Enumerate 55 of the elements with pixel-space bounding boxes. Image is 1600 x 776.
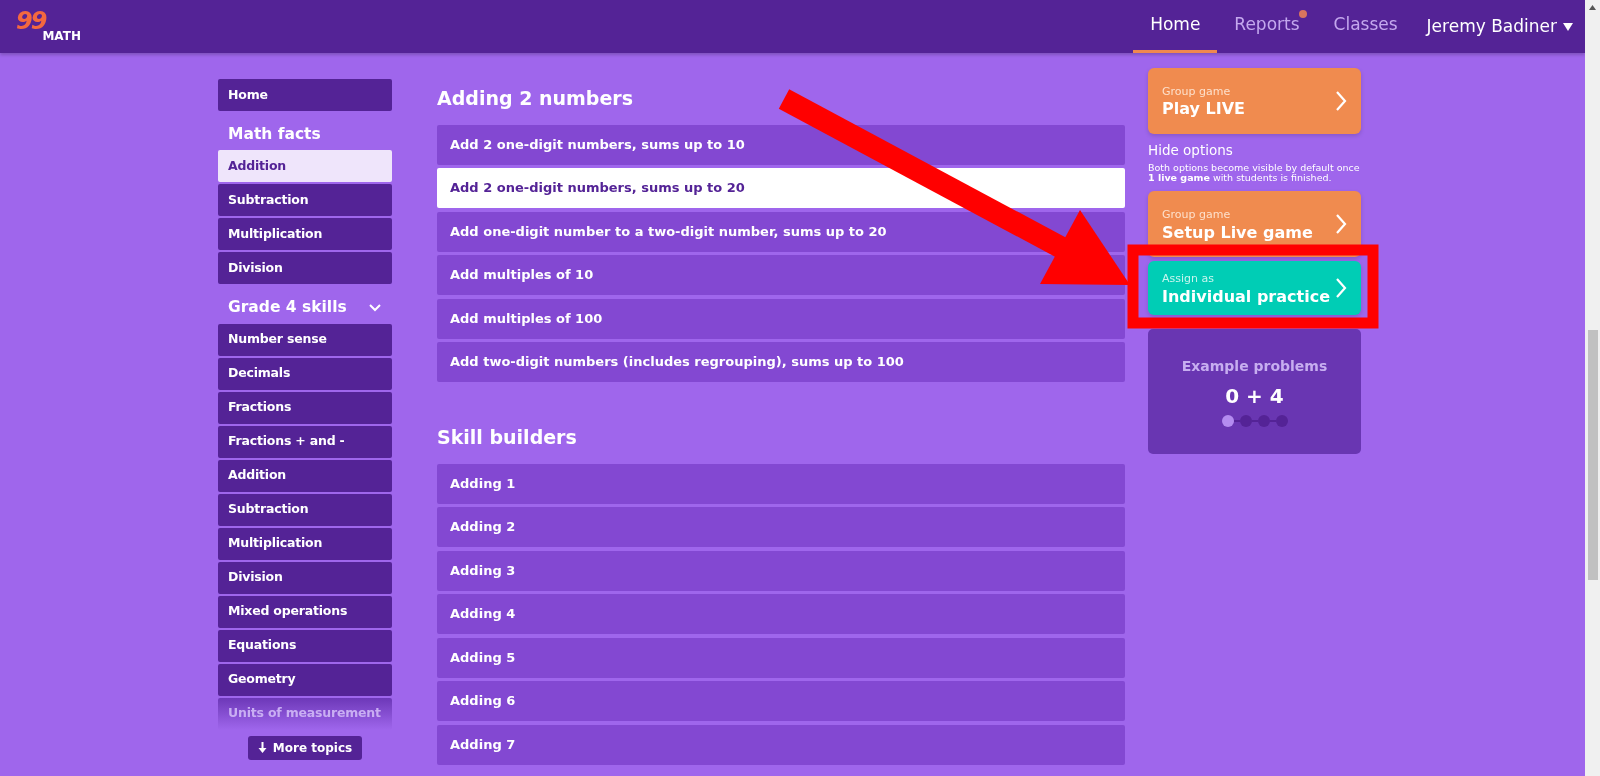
arrow-down-icon xyxy=(257,742,267,753)
scroll-up-icon[interactable] xyxy=(1589,5,1596,10)
nav-tab[interactable]: Classes xyxy=(1316,0,1415,53)
chevron-right-icon xyxy=(1335,213,1347,236)
sidebar-heading: Grade 4 skills xyxy=(228,297,347,319)
chevron-right-icon xyxy=(1335,277,1347,300)
sidebar-item[interactable]: Geometry xyxy=(218,663,392,696)
carousel-dot[interactable] xyxy=(1239,415,1252,428)
skill-row[interactable]: Add one-digit number to a two-digit number, sums up to 20 xyxy=(437,211,1125,252)
chevron-right-icon xyxy=(1335,90,1347,112)
sidebar-item[interactable]: Fractions xyxy=(218,391,392,424)
sidebar-item[interactable]: Addition xyxy=(218,459,392,492)
skill-row[interactable]: Adding 5 xyxy=(437,637,1125,678)
options-note: Both options become visible by default once 1 live game with students is finished. xyxy=(1148,163,1361,184)
caret-icon xyxy=(1563,22,1573,31)
carousel-dot[interactable] xyxy=(1275,415,1288,428)
sidebar-item[interactable]: Equations xyxy=(218,629,392,662)
sidebar-item[interactable]: Division xyxy=(218,561,392,594)
nav-tab[interactable]: Reports xyxy=(1217,0,1317,53)
skill-row[interactable]: Adding 3 xyxy=(437,550,1125,591)
scrollbar-thumb[interactable] xyxy=(1587,330,1598,580)
sidebar-item[interactable]: Home xyxy=(218,79,392,111)
section-title: Adding 2 numbers xyxy=(437,86,634,111)
skill-row[interactable]: Adding 4 xyxy=(437,594,1125,634)
skill-row[interactable]: Add 2 one-digit numbers, sums up to 20 xyxy=(437,168,1125,208)
hide-options-link[interactable]: Hide options xyxy=(1148,140,1361,161)
carousel-dot[interactable] xyxy=(1257,415,1270,428)
sidebar-item[interactable]: Fractions + and - xyxy=(218,425,392,458)
skill-row[interactable]: Adding 6 xyxy=(437,681,1125,721)
sidebar-item[interactable]: Decimals xyxy=(218,357,392,390)
sidebar-item[interactable]: Mixed operations xyxy=(218,595,392,628)
sidebar-item[interactable]: Multiplication xyxy=(218,218,392,251)
skill-row[interactable]: Add 2 one-digit numbers, sums up to 10 xyxy=(437,124,1125,165)
example-title: Example problems xyxy=(1181,357,1328,377)
sidebar-item[interactable]: Number sense xyxy=(218,323,392,356)
user-menu[interactable]: Jeremy Badiner xyxy=(1426,13,1573,40)
carousel-dot[interactable] xyxy=(1221,415,1234,428)
skill-row[interactable]: Adding 7 xyxy=(437,724,1125,765)
chevron-down-icon[interactable] xyxy=(368,302,382,313)
skill-row[interactable]: Add multiples of 100 xyxy=(437,298,1125,339)
skill-row[interactable]: Adding 2 xyxy=(437,507,1125,547)
sidebar-item[interactable]: Subtraction xyxy=(218,184,392,217)
skill-row[interactable]: Adding 1 xyxy=(437,463,1125,504)
example-problem: 0 + 4 xyxy=(1225,383,1284,411)
sidebar-item[interactable]: Addition xyxy=(218,150,392,183)
skill-row[interactable]: Add two-digit numbers (includes regrouping), sums up to 100 xyxy=(437,342,1125,382)
sidebar-item[interactable]: Multiplication xyxy=(218,527,392,560)
sidebar-item[interactable]: Division xyxy=(218,252,392,285)
scrollbar[interactable] xyxy=(1585,0,1600,776)
sidebar-heading: Math facts xyxy=(228,124,321,145)
more-topics-button[interactable]: More topics xyxy=(247,735,363,760)
nav-tab[interactable]: Home xyxy=(1133,0,1218,53)
skill-row[interactable]: Add multiples of 10 xyxy=(437,255,1125,295)
section-title: Skill builders xyxy=(437,425,578,450)
sidebar-item[interactable]: Subtraction xyxy=(218,493,392,526)
